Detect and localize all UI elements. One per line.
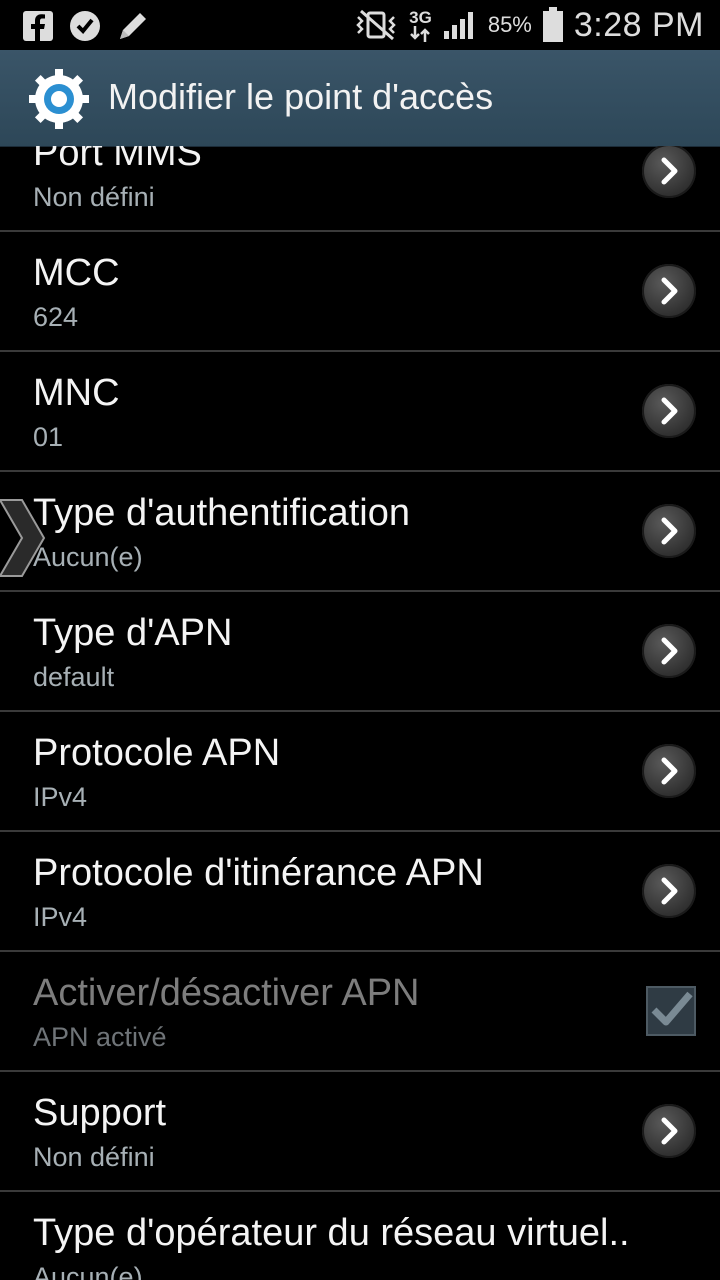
setting-row-roaming-protocol[interactable]: Protocole d'itinérance APN IPv4 — [0, 832, 720, 952]
signal-icon — [442, 9, 478, 41]
setting-row-bearer[interactable]: Support Non défini — [0, 1072, 720, 1192]
setting-row-apn-type[interactable]: Type d'APN default — [0, 592, 720, 712]
setting-value: IPv4 — [33, 902, 88, 932]
setting-row-mvno-type[interactable]: Type d'opérateur du réseau virtuel.. Auc… — [0, 1192, 720, 1280]
setting-row-mnc[interactable]: MNC 01 — [0, 352, 720, 472]
clock: 3:28 PM — [573, 5, 704, 44]
mute-vibrate-icon — [353, 9, 399, 41]
setting-row-mcc[interactable]: MCC 624 — [0, 232, 720, 352]
page-title: Modifier le point d'accès — [108, 76, 494, 117]
setting-title: Type d'authentification — [33, 492, 410, 534]
setting-row-port-mms[interactable]: Port MMS Non défini — [0, 146, 720, 232]
setting-title: Port MMS — [33, 146, 202, 174]
setting-title: MCC — [33, 252, 120, 294]
setting-title: Type d'APN — [33, 612, 233, 654]
setting-title: Support — [33, 1092, 167, 1134]
pencil-icon — [116, 9, 150, 43]
chevron-right-icon[interactable] — [642, 744, 696, 798]
chevron-right-icon[interactable] — [642, 1104, 696, 1158]
setting-title: Type d'opérateur du réseau virtuel.. — [33, 1212, 630, 1254]
setting-title: MNC — [33, 372, 120, 414]
setting-title: Protocole APN — [33, 732, 281, 774]
battery-icon — [542, 7, 564, 43]
setting-value: default — [33, 662, 115, 692]
setting-title: Activer/désactiver APN — [33, 972, 420, 1014]
setting-value: APN activé — [33, 1022, 167, 1052]
chevron-right-icon[interactable] — [642, 624, 696, 678]
status-system: 3G 85% 3:28 PM — [353, 4, 704, 46]
setting-value: Non défini — [33, 182, 155, 212]
settings-gear-icon[interactable] — [26, 66, 92, 132]
chevron-right-icon[interactable] — [642, 264, 696, 318]
network-3g-icon: 3G — [409, 9, 432, 42]
battery-percent: 85% — [487, 12, 532, 37]
setting-row-apn-toggle: Activer/désactiver APN APN activé — [0, 952, 720, 1072]
setting-value: 624 — [33, 302, 79, 332]
setting-value: Non défini — [33, 1142, 155, 1172]
chevron-right-icon[interactable] — [642, 504, 696, 558]
chevron-right-icon[interactable] — [642, 384, 696, 438]
setting-value: Aucun(e) — [33, 542, 143, 572]
apn-enabled-checkbox — [646, 986, 696, 1036]
settings-list[interactable]: Port MMS Non défini MCC 624 MNC 01 Type … — [0, 146, 720, 1280]
action-bar: Modifier le point d'accès — [0, 50, 720, 147]
setting-value: 01 — [33, 422, 64, 452]
task-check-icon — [68, 9, 102, 43]
network-3g-label: 3G — [409, 7, 432, 27]
status-notifications — [22, 9, 150, 43]
side-panel-handle-icon[interactable] — [0, 498, 48, 578]
setting-row-auth-type[interactable]: Type d'authentification Aucun(e) — [0, 472, 720, 592]
setting-value: IPv4 — [33, 782, 88, 812]
setting-value: Aucun(e) — [33, 1262, 143, 1280]
facebook-icon — [22, 10, 54, 42]
setting-title: Protocole d'itinérance APN — [33, 852, 484, 894]
status-bar: 3G 85% 3:28 PM — [0, 0, 720, 50]
chevron-right-icon[interactable] — [642, 864, 696, 918]
chevron-right-icon[interactable] — [642, 146, 696, 198]
setting-row-apn-protocol[interactable]: Protocole APN IPv4 — [0, 712, 720, 832]
